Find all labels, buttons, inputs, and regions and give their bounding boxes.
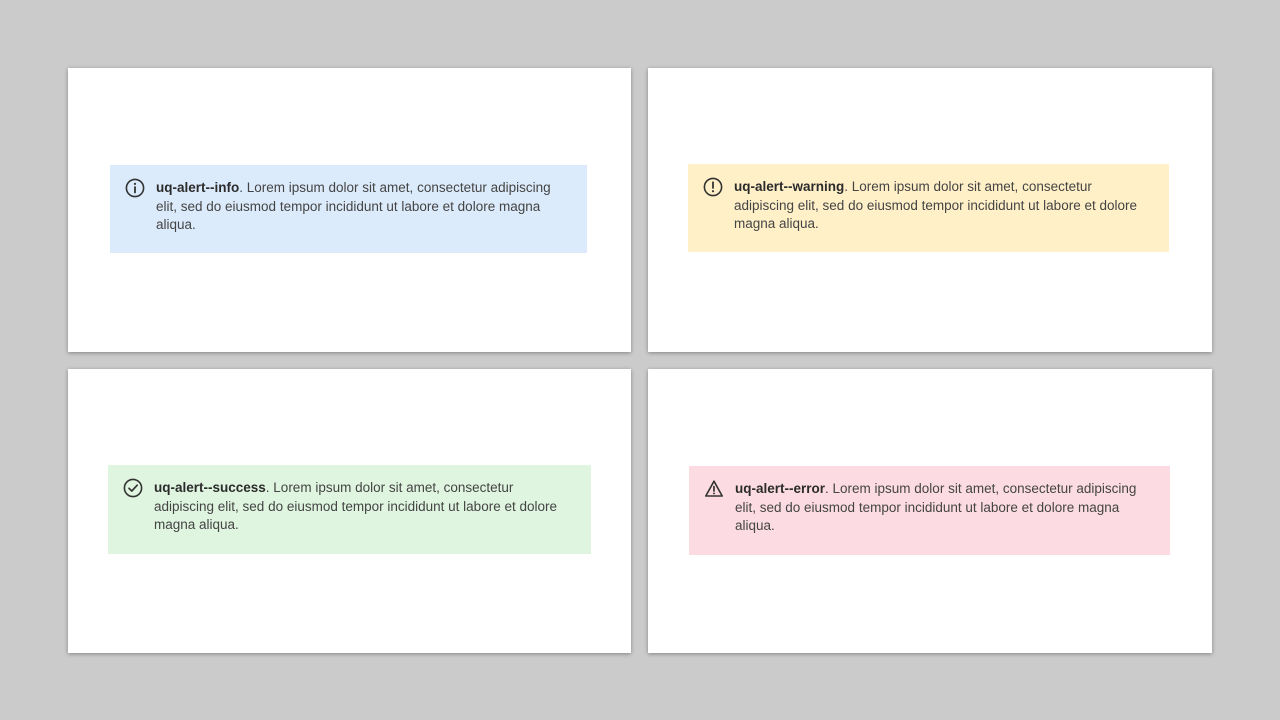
example-panel-info: uq-alert--info. Lorem ipsum dolor sit am…	[68, 68, 631, 352]
alert-title: uq-alert--error	[735, 481, 826, 496]
alert-text: uq-alert--warning. Lorem ipsum dolor sit…	[734, 178, 1151, 234]
example-panel-warning: uq-alert--warning. Lorem ipsum dolor sit…	[648, 68, 1212, 352]
alert-title: uq-alert--info	[156, 180, 240, 195]
warning-triangle-icon	[703, 478, 725, 500]
alert-title: uq-alert--warning	[734, 179, 845, 194]
check-circle-icon	[122, 477, 144, 499]
alert-text: uq-alert--info. Lorem ipsum dolor sit am…	[156, 179, 569, 235]
exclamation-circle-icon	[702, 176, 724, 198]
info-circle-icon	[124, 177, 146, 199]
example-panel-success: uq-alert--success. Lorem ipsum dolor sit…	[68, 369, 631, 653]
alert-success: uq-alert--success. Lorem ipsum dolor sit…	[108, 465, 591, 554]
alert-text: uq-alert--success. Lorem ipsum dolor sit…	[154, 479, 573, 535]
alert-text: uq-alert--error. Lorem ipsum dolor sit a…	[735, 480, 1152, 536]
alert-error: uq-alert--error. Lorem ipsum dolor sit a…	[689, 466, 1170, 555]
alert-title: uq-alert--success	[154, 480, 266, 495]
alert-warning: uq-alert--warning. Lorem ipsum dolor sit…	[688, 164, 1169, 252]
alert-info: uq-alert--info. Lorem ipsum dolor sit am…	[110, 165, 587, 253]
example-panel-error: uq-alert--error. Lorem ipsum dolor sit a…	[648, 369, 1212, 653]
